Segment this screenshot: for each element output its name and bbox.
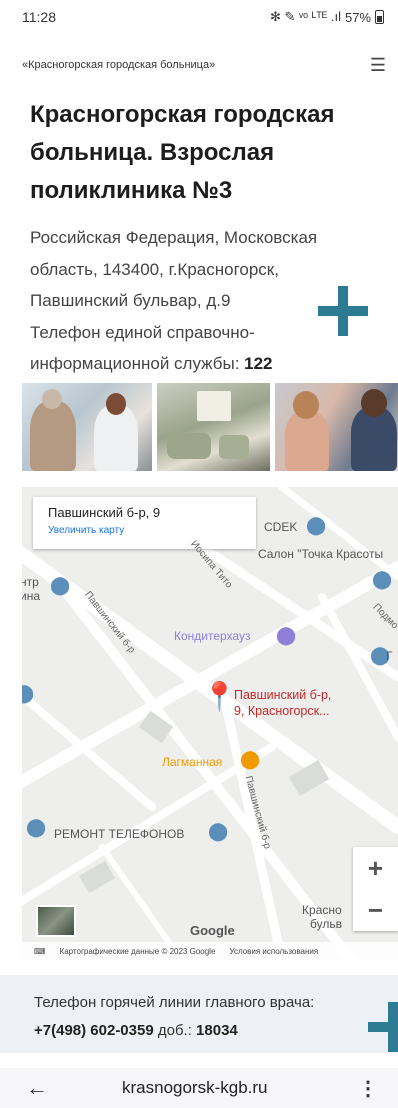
photo-gallery — [22, 383, 398, 471]
poi-pin-icon[interactable]: ⬤ — [50, 575, 70, 596]
map-attribution: ⌨ Картографические данные © 2023 Google … — [22, 942, 398, 961]
poi-konditer-pin-icon[interactable]: ⬤ — [276, 625, 296, 646]
poi-krasno-label-2[interactable]: бульв — [310, 917, 342, 931]
map-embed[interactable]: Павшинский б-р, 9 Увеличить карту CDEK ⬤… — [22, 487, 398, 961]
map-info-title: Павшинский б-р, 9 — [48, 505, 161, 520]
info-phone: информационной службы: 122 — [30, 348, 375, 380]
address-line: область, 143400, г.Красногорск, — [30, 259, 279, 279]
map-info-card: Павшинский б-р, 9 Увеличить карту — [33, 497, 256, 549]
gallery-photo-3[interactable] — [275, 383, 398, 471]
marker-label-line-2: 9, Красногорск... — [234, 704, 330, 718]
address-line: Российская Федерация, Московская — [30, 228, 318, 247]
info-phone-value[interactable]: 122 — [244, 354, 272, 373]
expand-plus-icon[interactable] — [368, 1002, 398, 1052]
poi-centr-label[interactable]: нтр — [22, 575, 39, 589]
poi-lagmannaya-label[interactable]: Лагманная — [162, 755, 222, 769]
expand-plus-icon[interactable] — [318, 286, 368, 336]
hamburger-icon[interactable]: ☰ — [370, 56, 386, 74]
gallery-photo-2[interactable] — [157, 383, 270, 471]
poi-cdek-pin-icon[interactable]: ⬤ — [306, 515, 326, 536]
hotline-phone[interactable]: +7(498) 602-0359 — [34, 1022, 154, 1039]
poi-salon-label[interactable]: Салон "Точка Красоты — [258, 547, 383, 561]
poi-pin-icon[interactable]: ⬤ — [22, 683, 34, 704]
zoom-out-button[interactable]: − — [353, 889, 398, 931]
hotline-label: Телефон горячей линии главного врача: — [34, 994, 315, 1011]
hotline-phone-row: +7(498) 602-0359 доб.: 18034 — [34, 1017, 398, 1045]
poi-cdek-label[interactable]: CDEK — [264, 520, 297, 534]
site-header: «Красногорская городская больница» ☰ — [22, 56, 386, 74]
hotline-ext: 18034 — [196, 1022, 238, 1039]
hotline-ext-label: доб.: — [153, 1022, 197, 1039]
google-logo: Google — [190, 923, 235, 938]
breadcrumb[interactable]: «Красногорская городская больница» — [22, 59, 215, 71]
poi-pin-icon[interactable]: ⬤ — [372, 569, 392, 590]
info-phone-label: информационной службы: — [30, 354, 245, 373]
clock: 11:28 — [22, 9, 56, 25]
poi-centr-label-2[interactable]: ина — [22, 589, 40, 603]
page-title: Красногорская городская больница. Взросл… — [30, 101, 335, 204]
signal-icons: ✻ ✎ ᵛᵒ ᴸᵀᴱ .ıl — [270, 9, 341, 24]
terms-link[interactable]: Условия использования — [229, 947, 318, 956]
battery-level: 57% — [344, 9, 371, 25]
poi-konditer-label[interactable]: Кондитерхауз — [174, 629, 250, 643]
marker-label-line-1: Павшинский б-р, — [234, 688, 332, 702]
status-icons: ✻ ✎ ᵛᵒ ᴸᵀᴱ .ıl 57% — [270, 9, 384, 25]
poi-g-label[interactable]: Г — [386, 649, 393, 663]
map-data-credit: Картографические данные © 2023 Google — [59, 947, 216, 956]
hotline-block: Телефон горячей линии главного врача: +7… — [0, 975, 398, 1053]
status-bar: 11:28 ✻ ✎ ᵛᵒ ᴸᵀᴱ .ıl 57% — [0, 0, 398, 34]
battery-icon — [375, 10, 384, 24]
map-zoom-control: + − — [353, 847, 398, 931]
gallery-photo-1[interactable] — [22, 383, 152, 471]
keyboard-icon[interactable]: ⌨ — [34, 947, 46, 956]
more-menu-icon[interactable]: ⋮ — [358, 1076, 378, 1101]
poi-remont-label[interactable]: РЕМОНТ ТЕЛЕФОНОВ — [54, 827, 184, 841]
satellite-toggle[interactable] — [36, 905, 76, 937]
url-field[interactable]: krasnogorsk-kgb.ru — [66, 1078, 358, 1098]
poi-lagmannaya-pin-icon[interactable]: ⬤ — [240, 749, 260, 770]
map-enlarge-link[interactable]: Увеличить карту — [48, 525, 256, 536]
browser-bar: ← krasnogorsk-kgb.ru ⋮ — [0, 1068, 398, 1108]
location-marker-icon[interactable]: 📍 — [202, 683, 237, 711]
poi-remont-pin-icon[interactable]: ⬤ — [208, 821, 228, 842]
zoom-in-button[interactable]: + — [353, 847, 398, 889]
back-arrow-icon[interactable]: ← — [26, 1075, 66, 1101]
poi-pin-icon[interactable]: ⬤ — [26, 817, 46, 838]
poi-krasno-label[interactable]: Красно — [302, 903, 342, 917]
